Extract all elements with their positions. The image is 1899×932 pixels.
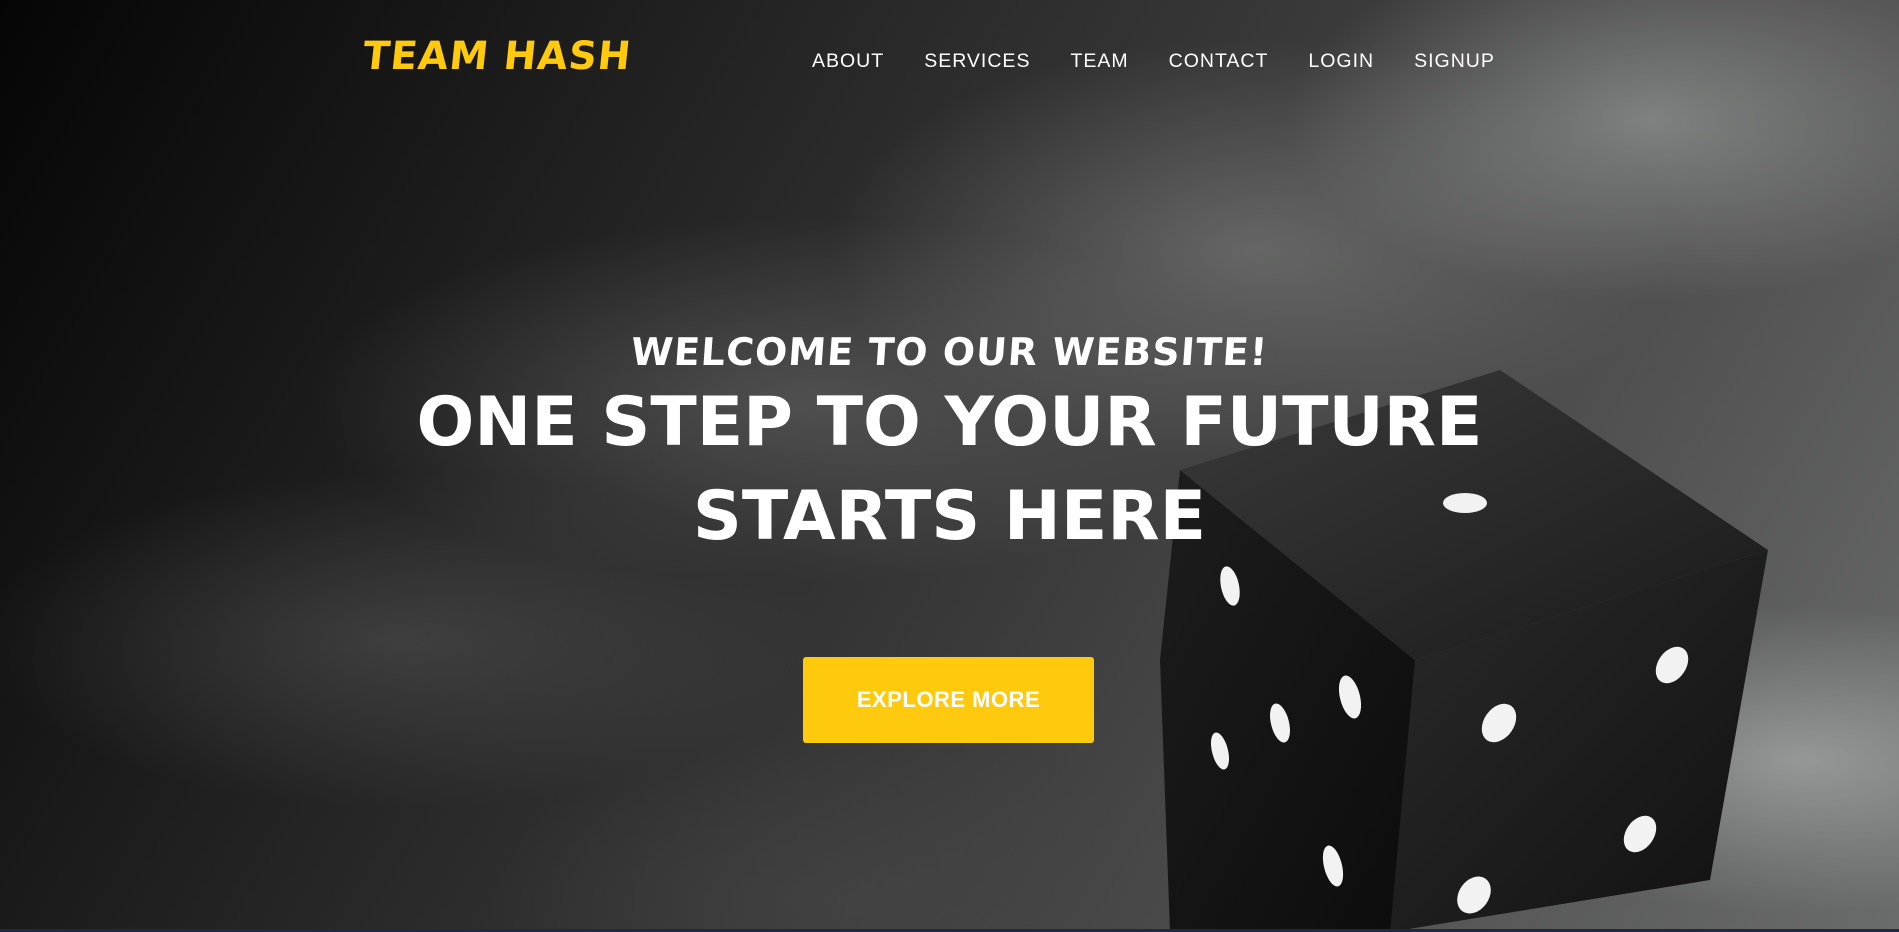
nav-item-login[interactable]: LOGIN [1308, 50, 1374, 73]
nav-item-signup[interactable]: SIGNUP [1414, 50, 1495, 73]
headline-line-2: STARTS HERE [692, 477, 1207, 556]
top-navbar: TEAM HASH ABOUT SERVICES TEAM CONTACT LO… [0, 0, 1899, 120]
headline-line-1: ONE STEP TO YOUR FUTURE [416, 383, 1483, 462]
hero-section: TEAM HASH ABOUT SERVICES TEAM CONTACT LO… [0, 0, 1899, 932]
hero-text: WELCOME TO OUR WEBSITE! ONE STEP TO YOUR… [0, 330, 1899, 562]
nav-item-about[interactable]: ABOUT [812, 50, 884, 73]
site-logo[interactable]: TEAM HASH [361, 34, 634, 79]
nav-item-contact[interactable]: CONTACT [1169, 50, 1269, 73]
welcome-heading: WELCOME TO OUR WEBSITE! [629, 330, 1270, 374]
nav-item-team[interactable]: TEAM [1070, 50, 1128, 73]
nav-item-services[interactable]: SERVICES [924, 50, 1030, 73]
nav-links: ABOUT SERVICES TEAM CONTACT LOGIN SIGNUP [812, 50, 1535, 73]
explore-more-button[interactable]: EXPLORE MORE [803, 657, 1094, 743]
